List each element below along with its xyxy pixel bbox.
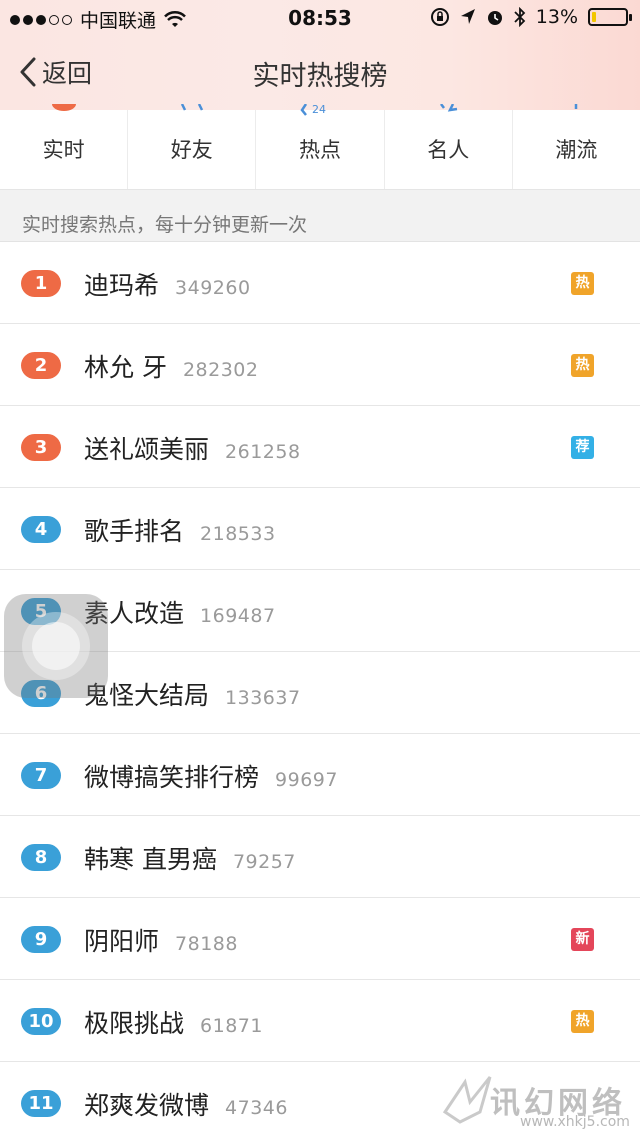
tab-trend[interactable]: 潮流 (511, 104, 640, 189)
hot-icon: 24 (300, 104, 326, 116)
battery-icon (588, 8, 632, 26)
tab-hot[interactable]: 24 热点 (255, 104, 383, 189)
svg-text:24: 24 (312, 104, 326, 116)
keyword-line: 微博搞笑排行榜 99697 (84, 758, 338, 794)
rank-badge: 1 (21, 270, 61, 297)
subtitle-bar: 实时搜索热点，每十分钟更新一次 (0, 190, 640, 242)
trend-icon (575, 104, 578, 109)
location-icon (460, 9, 475, 24)
keyword-line: 郑爽发微博 47346 (84, 1086, 288, 1122)
list-item[interactable]: 4 歌手排名 218533 (0, 488, 640, 570)
keyword-text: 阴阳师 (84, 927, 160, 956)
keyword-text: 林允 牙 (84, 353, 167, 382)
search-count: 261258 (225, 441, 301, 463)
friends-icon (180, 104, 203, 111)
rotation-lock-icon (430, 8, 449, 26)
tab-label: 热点 (299, 138, 341, 162)
search-count: 218533 (200, 523, 276, 545)
keyword-text: 歌手排名 (84, 517, 185, 546)
search-count: 133637 (225, 687, 301, 709)
assistive-touch-button[interactable] (4, 594, 108, 698)
rank-badge: 3 (21, 434, 61, 461)
rank-badge: 2 (21, 352, 61, 379)
keyword-line: 迪玛希 349260 (84, 266, 251, 302)
list-item[interactable]: 2 林允 牙 282302 热 (0, 324, 640, 406)
rank-badge: 7 (21, 762, 61, 789)
tab-celebrity[interactable]: 名人 (383, 104, 512, 189)
search-count: 47346 (225, 1097, 288, 1119)
keyword-line: 极限挑战 61871 (84, 1004, 263, 1040)
keyword-line: 素人改造 169487 (84, 594, 276, 630)
tab-realtime[interactable]: 实时 (0, 104, 127, 189)
watermark: 讯幻网络 www.xhkj5.com (440, 1070, 640, 1138)
bluetooth-icon (514, 7, 526, 27)
keyword-line: 阴阳师 78188 (84, 922, 238, 958)
battery-percent: 13% (535, 6, 578, 28)
subtitle-text: 实时搜索热点，每十分钟更新一次 (22, 214, 308, 236)
status-bar: 中国联通 08:53 13% (0, 0, 640, 36)
list-item[interactable]: 10 极限挑战 61871 热 (0, 980, 640, 1062)
battery-fill (592, 12, 596, 22)
celebrity-icon (440, 104, 458, 112)
keyword-line: 韩寒 直男癌 79257 (84, 840, 296, 876)
list-item[interactable]: 7 微博搞笑排行榜 99697 (0, 734, 640, 816)
rank-badge: 10 (21, 1008, 61, 1035)
rank-badge: 8 (21, 844, 61, 871)
tab-label: 好友 (170, 138, 213, 162)
list-item[interactable]: 9 阴阳师 78188 新 (0, 898, 640, 980)
search-count: 78188 (175, 933, 238, 955)
tab-label: 潮流 (555, 138, 598, 162)
keyword-text: 极限挑战 (84, 1009, 185, 1038)
rank-badge: 4 (21, 516, 61, 543)
page-title: 实时热搜榜 (252, 61, 388, 92)
top-bar: 中国联通 08:53 13% 返回 实时热搜榜 (0, 0, 640, 110)
list-item[interactable]: 1 迪玛希 349260 热 (0, 242, 640, 324)
search-count: 282302 (182, 359, 259, 381)
search-count: 169487 (200, 605, 276, 627)
keyword-line: 歌手排名 218533 (84, 512, 276, 548)
alarm-icon (487, 11, 502, 25)
tab-label: 实时 (42, 138, 85, 162)
tab-label: 名人 (427, 138, 470, 162)
status-badge-hot: 热 (571, 1010, 594, 1033)
keyword-text: 迪玛希 (84, 271, 160, 300)
keyword-text: 送礼颂美丽 (84, 435, 210, 464)
list-item[interactable]: 3 送礼颂美丽 261258 荐 (0, 406, 640, 488)
status-badge-recommend: 荐 (571, 436, 594, 459)
keyword-text: 韩寒 直男癌 (84, 845, 217, 874)
rank-badge: 9 (21, 926, 61, 953)
realtime-icon (51, 104, 76, 111)
status-badge-hot: 热 (571, 272, 594, 295)
keyword-text: 微博搞笑排行榜 (84, 763, 260, 792)
list-item[interactable]: 8 韩寒 直男癌 79257 (0, 816, 640, 898)
search-count: 79257 (232, 851, 296, 873)
keyword-text: 郑爽发微博 (84, 1091, 210, 1120)
rank-badge: 11 (21, 1090, 61, 1117)
keyword-line: 鬼怪大结局 133637 (84, 676, 301, 712)
nav-bar: 返回 实时热搜榜 (0, 36, 640, 110)
assistive-ring-inner (32, 622, 80, 670)
keyword-line: 林允 牙 282302 (84, 348, 258, 384)
status-badge-new: 新 (571, 928, 594, 951)
status-badge-hot: 热 (571, 354, 594, 377)
status-right: 13% (430, 6, 632, 28)
tab-friends[interactable]: 好友 (127, 104, 255, 189)
keyword-line: 送礼颂美丽 261258 (84, 430, 301, 466)
category-tabs: 实时 好友 24 热点 名人 潮流 (0, 104, 640, 190)
watermark-url: www.xhkj5.com (520, 1114, 630, 1130)
search-count: 349260 (175, 277, 251, 299)
search-count: 61871 (200, 1015, 263, 1037)
search-count: 99697 (275, 769, 338, 791)
